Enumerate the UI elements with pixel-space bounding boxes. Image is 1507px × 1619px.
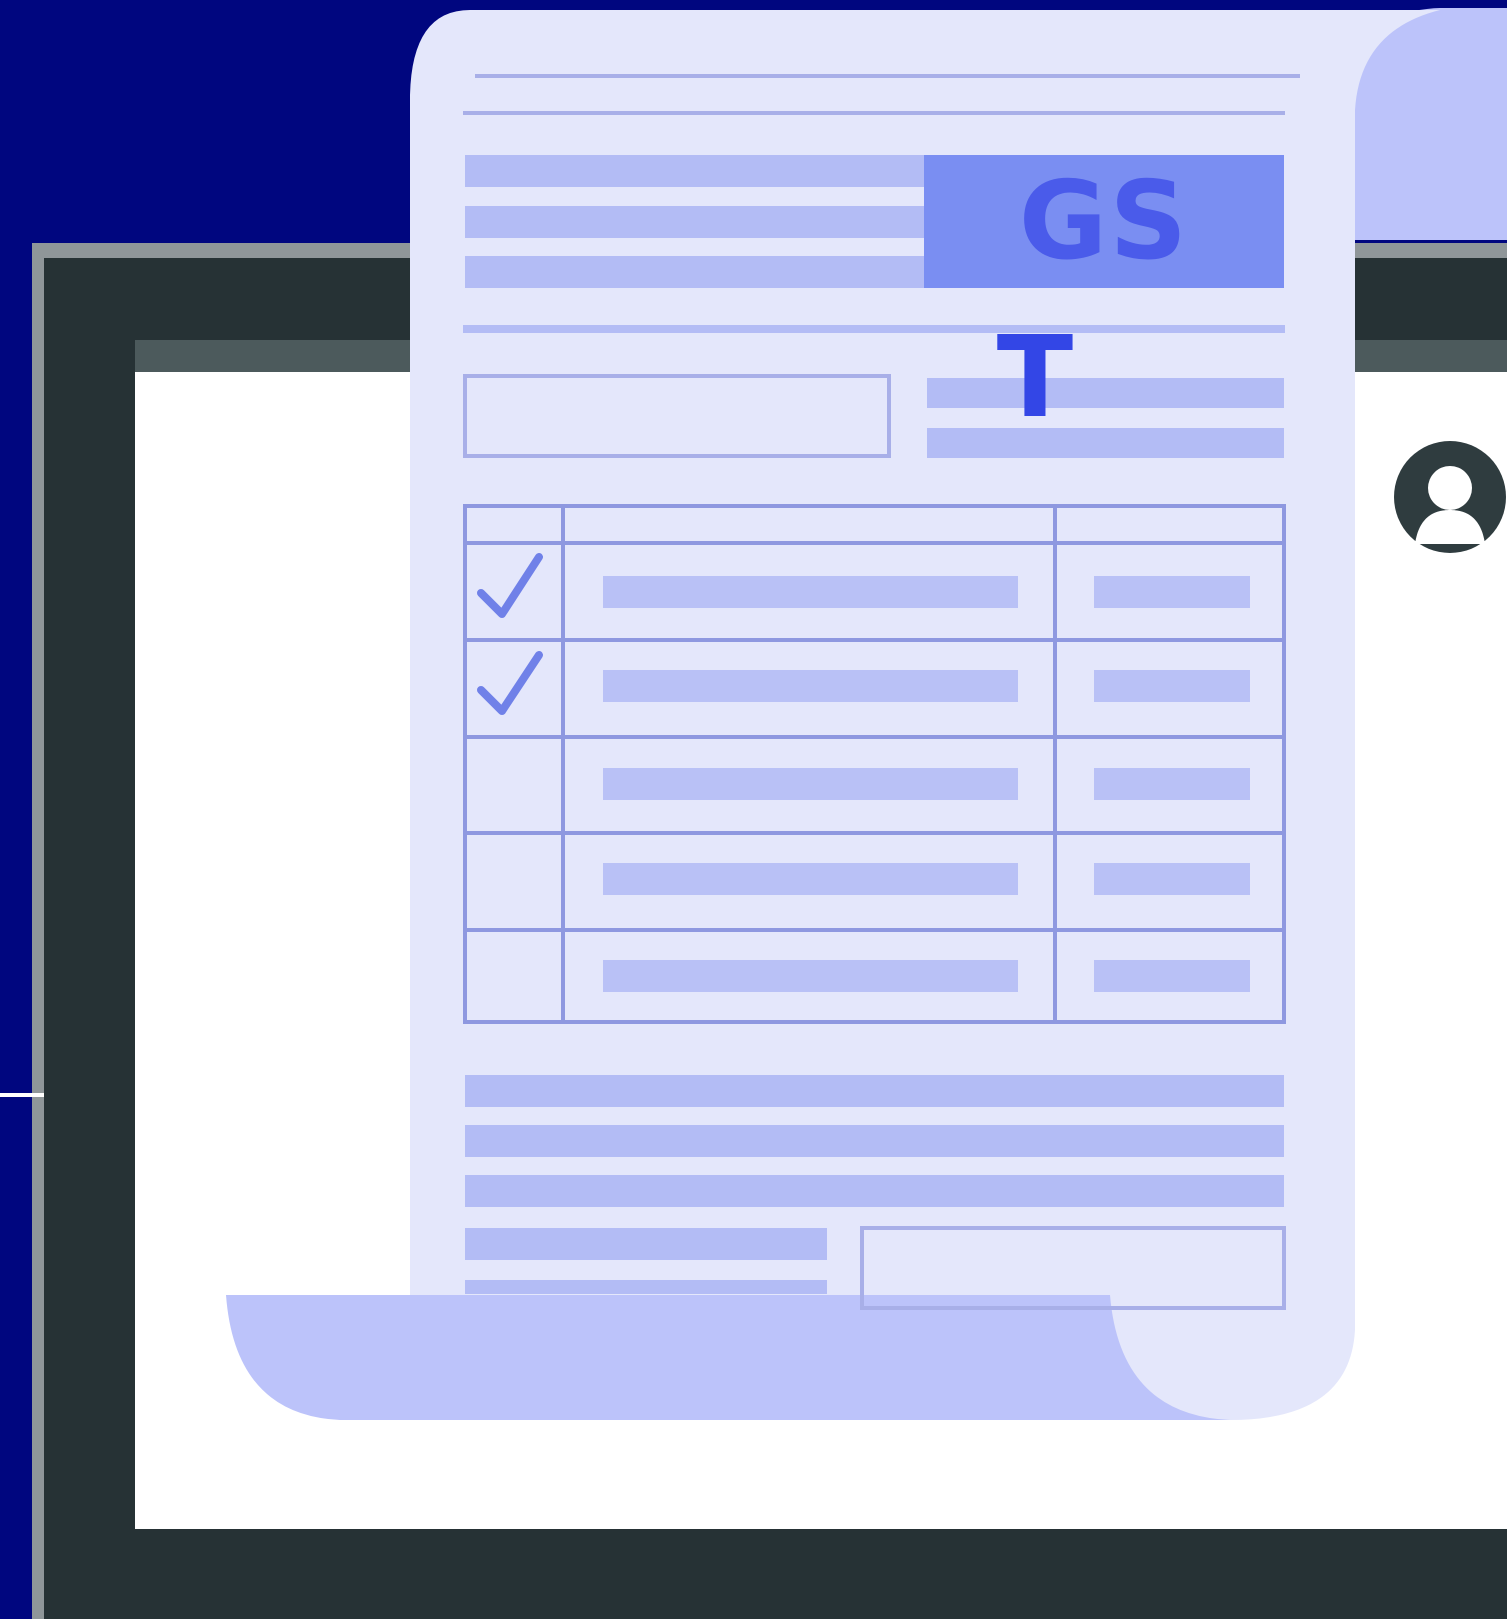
table-row-bar (603, 960, 1018, 992)
header-bar (465, 256, 925, 288)
divider-line (463, 325, 1285, 333)
gs-badge-text: GS (1018, 158, 1190, 284)
header-bar (465, 155, 925, 187)
footer-bar (465, 1175, 1284, 1207)
table-row-bar (603, 768, 1018, 800)
header-line (475, 74, 1300, 78)
footer-bar (465, 1228, 827, 1260)
t-badge-text: T (996, 313, 1074, 443)
table-row-bar (603, 576, 1018, 608)
header-bar (465, 206, 925, 238)
table-row-bar (1094, 863, 1250, 895)
table-row-bar (603, 863, 1018, 895)
footer-bar (465, 1280, 827, 1294)
table-row-bar (1094, 960, 1250, 992)
table-row-bar (1094, 768, 1250, 800)
table-row-bar (1094, 576, 1250, 608)
paper-curl (226, 1295, 1230, 1420)
footer-bar (465, 1075, 1284, 1107)
table-row-bar (1094, 670, 1250, 702)
header-line (463, 111, 1285, 115)
footer-bar (465, 1125, 1284, 1157)
table-row-bar (603, 670, 1018, 702)
